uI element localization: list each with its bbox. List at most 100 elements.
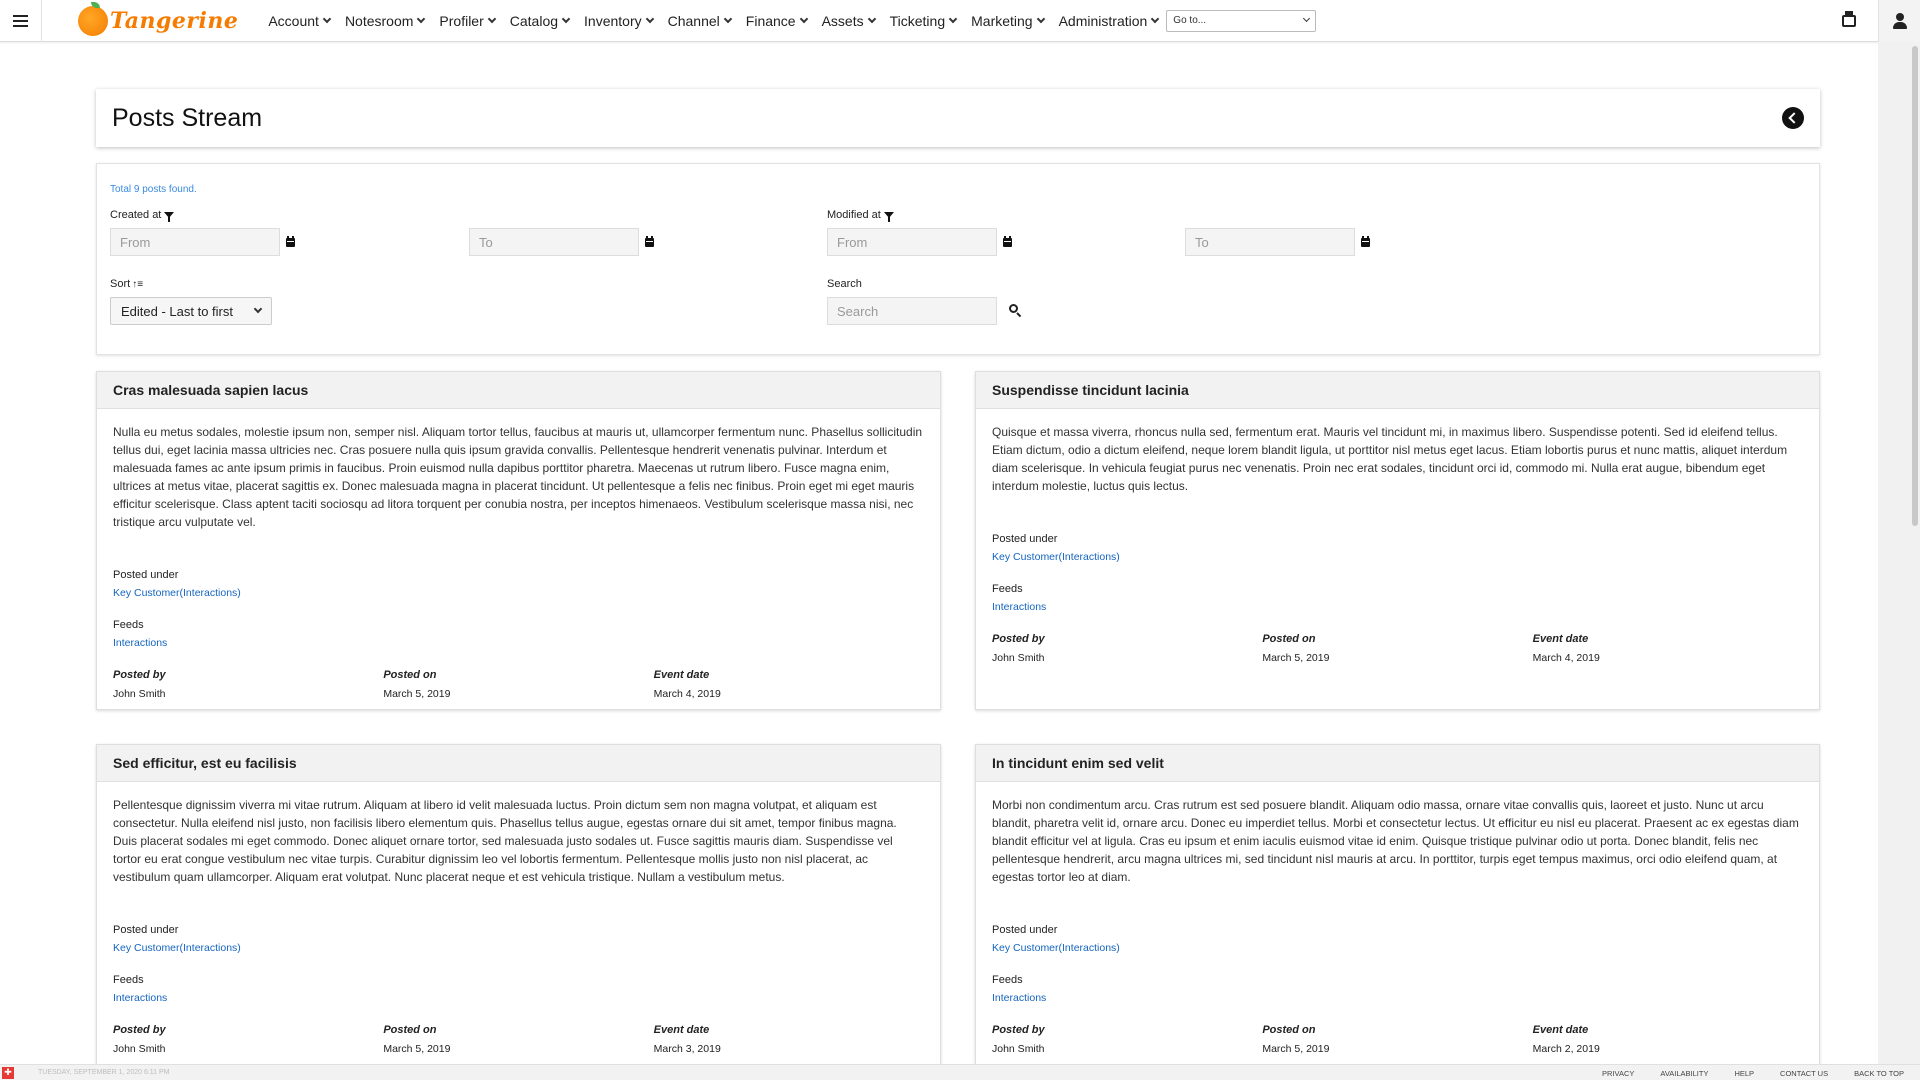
posted-under-label: Posted under — [992, 924, 1058, 936]
feeds-link[interactable]: Interactions — [992, 989, 1803, 1007]
event-date-label: Event date — [1532, 1024, 1589, 1036]
modified-at-label: Modified at — [827, 209, 894, 222]
post-title[interactable]: Suspendisse tincidunt lacinia — [976, 372, 1819, 409]
footer-link-availability[interactable]: Availability — [1660, 1069, 1708, 1078]
posted-on-value: March 5, 2019 — [1262, 652, 1330, 664]
post-title[interactable]: Sed efficitur, est eu facilisis — [97, 745, 940, 782]
event-date-label: Event date — [653, 669, 710, 681]
footer-link-back-to-top[interactable]: Back to top — [1854, 1069, 1904, 1078]
created-from-input[interactable]: From — [110, 228, 280, 256]
print-icon[interactable] — [1842, 11, 1856, 27]
posted-under-link[interactable]: Key Customer(Interactions) — [992, 548, 1803, 566]
search-input[interactable]: Search — [827, 297, 997, 325]
posted-on-label: Posted on — [1262, 633, 1316, 645]
chevron-down-icon — [253, 304, 263, 314]
posted-under-label: Posted under — [113, 924, 179, 936]
chevron-down-icon — [948, 14, 958, 23]
posted-by-label: Posted by — [992, 1024, 1045, 1036]
posted-under-link[interactable]: Key Customer(Interactions) — [113, 584, 924, 602]
post-title[interactable]: In tincidunt enim sed velit — [976, 745, 1819, 782]
posted-under-link[interactable]: Key Customer(Interactions) — [992, 939, 1803, 957]
nav-channel[interactable]: Channel — [667, 12, 733, 29]
goto-label: Go to... — [1173, 15, 1207, 26]
footer-link-privacy[interactable]: Privacy — [1602, 1069, 1634, 1078]
posted-by-label: Posted by — [992, 633, 1045, 645]
modified-from-input[interactable]: From — [827, 228, 997, 256]
post-body: Pellentesque dignissim viverra mi vitae … — [113, 798, 897, 884]
posted-by-value: John Smith — [113, 1043, 166, 1055]
goto-select[interactable]: Go to... — [1166, 9, 1317, 32]
post-body: Morbi non condimentum arcu. Cras rutrum … — [992, 798, 1799, 884]
orange-icon — [78, 1, 108, 36]
created-at-text: Created at — [110, 209, 162, 221]
post-body: Quisque et massa viverra, rhoncus nulla … — [992, 425, 1788, 493]
scrollbar-thumb[interactable] — [1912, 46, 1918, 526]
nav-label: Finance — [745, 12, 796, 29]
nav-catalog[interactable]: Catalog — [510, 13, 571, 29]
flag-icon[interactable]: ✚ — [2, 1066, 14, 1079]
chevron-down-icon — [645, 14, 654, 23]
calendar-icon[interactable] — [286, 236, 295, 247]
feeds-label: Feeds — [992, 974, 1023, 986]
event-date-value: March 4, 2019 — [1532, 652, 1600, 664]
posted-by-value: John Smith — [113, 688, 166, 700]
hamburger-icon[interactable] — [0, 0, 42, 42]
feeds-label: Feeds — [113, 974, 144, 986]
calendar-icon[interactable] — [645, 236, 654, 247]
calendar-icon[interactable] — [1361, 236, 1370, 247]
nav-notesroom[interactable]: Notesroom — [345, 13, 426, 29]
nav-label: Channel — [667, 12, 720, 29]
nav-finance[interactable]: Finance — [745, 12, 808, 29]
chevron-down-icon — [1303, 14, 1311, 23]
chevron-down-icon — [487, 14, 497, 23]
footer: ✚ Tuesday, September 1, 2020 6:11 PM Pri… — [0, 1064, 1920, 1080]
footer-link-contact[interactable]: Contact Us — [1780, 1069, 1828, 1078]
nav-ticketing[interactable]: Ticketing — [890, 13, 958, 29]
funnel-icon[interactable] — [164, 212, 175, 222]
chevron-down-icon — [417, 14, 426, 23]
search-label: Search — [827, 278, 862, 290]
brand-logo[interactable]: Tangerine — [78, 1, 238, 36]
feeds-link[interactable]: Interactions — [113, 634, 924, 652]
chevron-down-icon — [322, 14, 332, 23]
back-icon[interactable] — [1782, 107, 1804, 129]
sort-icon: ↑≡ — [132, 278, 144, 290]
created-to-input[interactable]: To — [469, 228, 639, 256]
nav-profiler[interactable]: Profiler — [439, 12, 497, 29]
event-date-value: March 3, 2019 — [653, 1043, 721, 1055]
nav-account[interactable]: Account — [268, 13, 332, 29]
feeds-link[interactable]: Interactions — [992, 598, 1803, 616]
sort-select[interactable]: Edited - Last to first — [110, 297, 272, 325]
footer-link-help[interactable]: Help — [1734, 1069, 1754, 1078]
search-icon[interactable] — [1009, 304, 1022, 318]
chevron-down-icon — [1151, 14, 1160, 23]
funnel-icon[interactable] — [883, 212, 894, 222]
posted-on-value: March 5, 2019 — [1262, 1043, 1330, 1055]
nav-assets[interactable]: Assets — [821, 12, 876, 29]
nav-label: Administration — [1058, 12, 1148, 29]
event-date-label: Event date — [653, 1024, 710, 1036]
nav-inventory[interactable]: Inventory — [584, 13, 654, 29]
posted-under-label: Posted under — [113, 569, 179, 581]
nav-label: Marketing — [971, 12, 1033, 29]
chevron-down-icon — [1036, 14, 1045, 23]
modified-to-input[interactable]: To — [1185, 228, 1355, 256]
nav-label: Profiler — [439, 12, 484, 29]
nav-label: Assets — [821, 12, 864, 29]
posted-on-label: Posted on — [1262, 1024, 1316, 1036]
post-card: Cras malesuada sapien lacus Nulla eu met… — [96, 371, 941, 710]
feeds-link[interactable]: Interactions — [113, 989, 924, 1007]
feeds-label: Feeds — [113, 619, 144, 631]
posted-under-link[interactable]: Key Customer(Interactions) — [113, 939, 924, 957]
footer-links: Privacy Availability Help Contact Us Bac… — [1576, 1065, 1904, 1080]
main-menu: Account Notesroom Profiler Catalog Inven… — [268, 0, 1317, 42]
scrollbar[interactable] — [1878, 42, 1920, 1064]
event-date-value: March 4, 2019 — [653, 688, 721, 700]
nav-administration[interactable]: Administration — [1058, 12, 1160, 29]
posted-by-label: Posted by — [113, 1024, 166, 1036]
nav-marketing[interactable]: Marketing — [971, 12, 1045, 29]
post-title[interactable]: Cras malesuada sapien lacus — [97, 372, 940, 409]
chevron-down-icon — [561, 14, 571, 23]
calendar-icon[interactable] — [1003, 236, 1012, 247]
user-menu-button[interactable] — [1878, 0, 1920, 42]
